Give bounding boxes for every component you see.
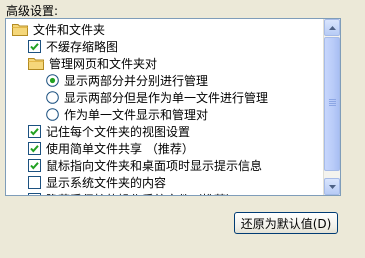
checkbox-checked-icon[interactable] <box>28 40 41 53</box>
tree-checkbox-item[interactable]: 显示系统文件夹的内容 <box>28 174 166 191</box>
scroll-up-button[interactable] <box>324 19 340 36</box>
tree-item-label: 隐藏受保护的操作系统文件（推荐） <box>46 191 238 195</box>
folder-icon <box>12 24 28 36</box>
tree-checkbox-item[interactable]: 使用简单文件共享 （推荐） <box>28 140 194 157</box>
advanced-settings-tree[interactable]: 文件和文件夹不缓存缩略图管理网页和文件夹对显示两部分并分别进行管理显示两部分但是… <box>5 18 341 196</box>
radio-selected-icon[interactable] <box>46 74 59 87</box>
scroll-up-arrow-icon <box>328 25 336 30</box>
checkbox-checked-icon[interactable] <box>28 142 41 155</box>
checkbox-checked-icon[interactable] <box>28 159 41 172</box>
tree-item-label: 鼠标指向文件夹和桌面项时显示提示信息 <box>46 159 263 173</box>
tree-item-label: 显示两部分并分别进行管理 <box>64 74 209 88</box>
radio-unselected-icon[interactable] <box>46 91 59 104</box>
tree-radio-item[interactable]: 显示两部分但是作为单一文件进行管理 <box>46 89 268 106</box>
tree-checkbox-item[interactable]: 隐藏受保护的操作系统文件（推荐） <box>28 191 238 196</box>
tree-item-label: 记住每个文件夹的视图设置 <box>46 125 191 139</box>
tree-item-label: 管理网页和文件夹对 <box>49 57 158 71</box>
scroll-down-arrow-icon <box>328 184 336 189</box>
scroll-thumb[interactable] <box>324 37 340 171</box>
checkbox-checked-icon[interactable] <box>28 193 41 196</box>
tree-radio-item[interactable]: 显示两部分并分别进行管理 <box>46 72 208 89</box>
tree-folder[interactable]: 文件和文件夹 <box>12 21 105 38</box>
tree-item-label: 显示系统文件夹的内容 <box>46 176 167 190</box>
radio-unselected-icon[interactable] <box>46 108 59 121</box>
vertical-scrollbar[interactable] <box>323 19 340 195</box>
tree-item-label: 显示两部分但是作为单一文件进行管理 <box>64 91 269 105</box>
folder-icon <box>28 58 44 70</box>
tree-radio-item[interactable]: 作为单一文件显示和管理对 <box>46 106 208 123</box>
checkbox-unchecked-icon[interactable] <box>28 176 41 189</box>
advanced-settings-label: 高级设置: <box>6 4 59 18</box>
tree-item-label: 作为单一文件显示和管理对 <box>64 108 209 122</box>
checkbox-checked-icon[interactable] <box>28 125 41 138</box>
tree-checkbox-item[interactable]: 不缓存缩略图 <box>28 38 118 55</box>
scroll-down-button[interactable] <box>324 178 340 195</box>
tree-item-label: 使用简单文件共享 （推荐） <box>46 142 194 156</box>
tree-item-label: 文件和文件夹 <box>33 23 106 37</box>
tree-folder[interactable]: 管理网页和文件夹对 <box>28 55 157 72</box>
restore-defaults-button[interactable]: 还原为默认值(D) <box>234 212 338 234</box>
tree-item-label: 不缓存缩略图 <box>46 40 119 54</box>
tree-checkbox-item[interactable]: 记住每个文件夹的视图设置 <box>28 123 190 140</box>
tree-checkbox-item[interactable]: 鼠标指向文件夹和桌面项时显示提示信息 <box>28 157 262 174</box>
